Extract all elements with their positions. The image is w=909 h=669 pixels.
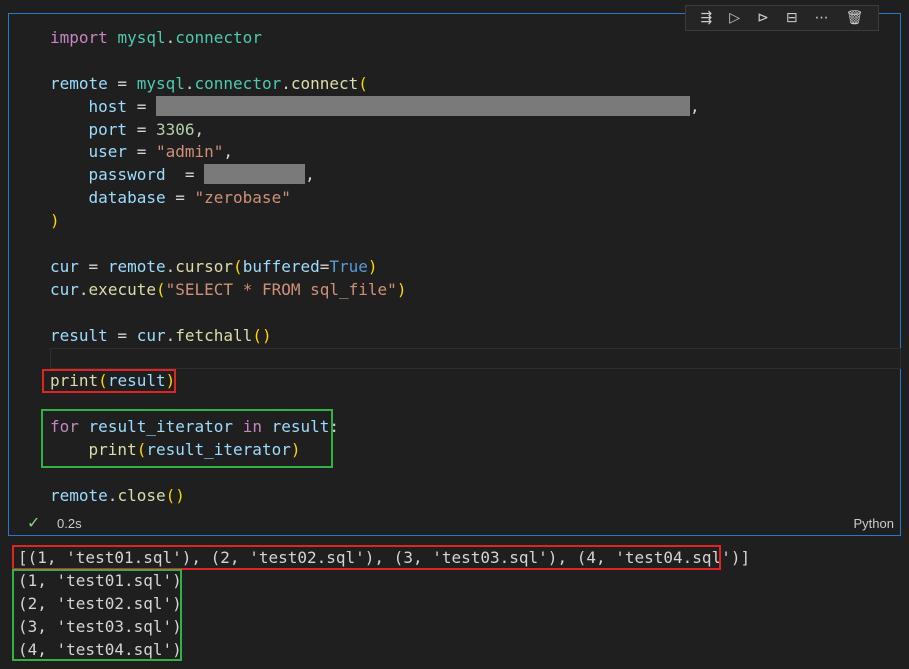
- execute-above-icon[interactable]: ⇶: [701, 11, 713, 25]
- code-cell[interactable]: ⇶ ▷ ⊳ ⊟ ⋯ 🗑 import mysql.connector remot…: [8, 5, 901, 536]
- code-line: database = "zerobase": [88, 188, 291, 208]
- redacted-host: [155, 95, 690, 116]
- output-list-highlight: [12, 545, 721, 570]
- language-label[interactable]: Python: [854, 516, 894, 531]
- code-line: ): [50, 211, 60, 231]
- code-line: port = 3306,: [88, 119, 205, 139]
- code-line: cur.execute("SELECT * FROM sql_file"): [50, 279, 407, 299]
- code-line: import mysql.connector: [50, 28, 262, 47]
- code-line: host = ,: [88, 95, 700, 116]
- execution-time: 0.2s: [57, 516, 82, 531]
- code-line: remote.close(): [50, 485, 185, 505]
- code-line: result = cur.fetchall(): [50, 325, 272, 345]
- code-line: remote = mysql.connector.connect(: [50, 73, 368, 93]
- delete-icon[interactable]: 🗑: [846, 11, 864, 25]
- code-line: user = "admin",: [88, 142, 234, 162]
- print-result-highlight: [42, 369, 176, 393]
- more-icon[interactable]: ⋯: [815, 11, 829, 25]
- code-line: password = ,: [88, 164, 315, 185]
- cell-status-bar: ✓ 0.2s Python: [9, 513, 900, 534]
- output-rows-highlight: [12, 569, 182, 661]
- redacted-password: [204, 164, 306, 185]
- for-loop-highlight: [41, 409, 333, 468]
- run-by-line-icon[interactable]: ▷: [729, 11, 740, 25]
- check-icon: ✓: [27, 513, 41, 532]
- split-cell-icon[interactable]: ⊟: [786, 11, 798, 25]
- code-line: cur = remote.cursor(buffered=True): [50, 256, 378, 276]
- cell-toolbar: ⇶ ▷ ⊳ ⊟ ⋯ 🗑: [685, 5, 879, 31]
- execute-below-icon[interactable]: ⊳: [757, 11, 769, 25]
